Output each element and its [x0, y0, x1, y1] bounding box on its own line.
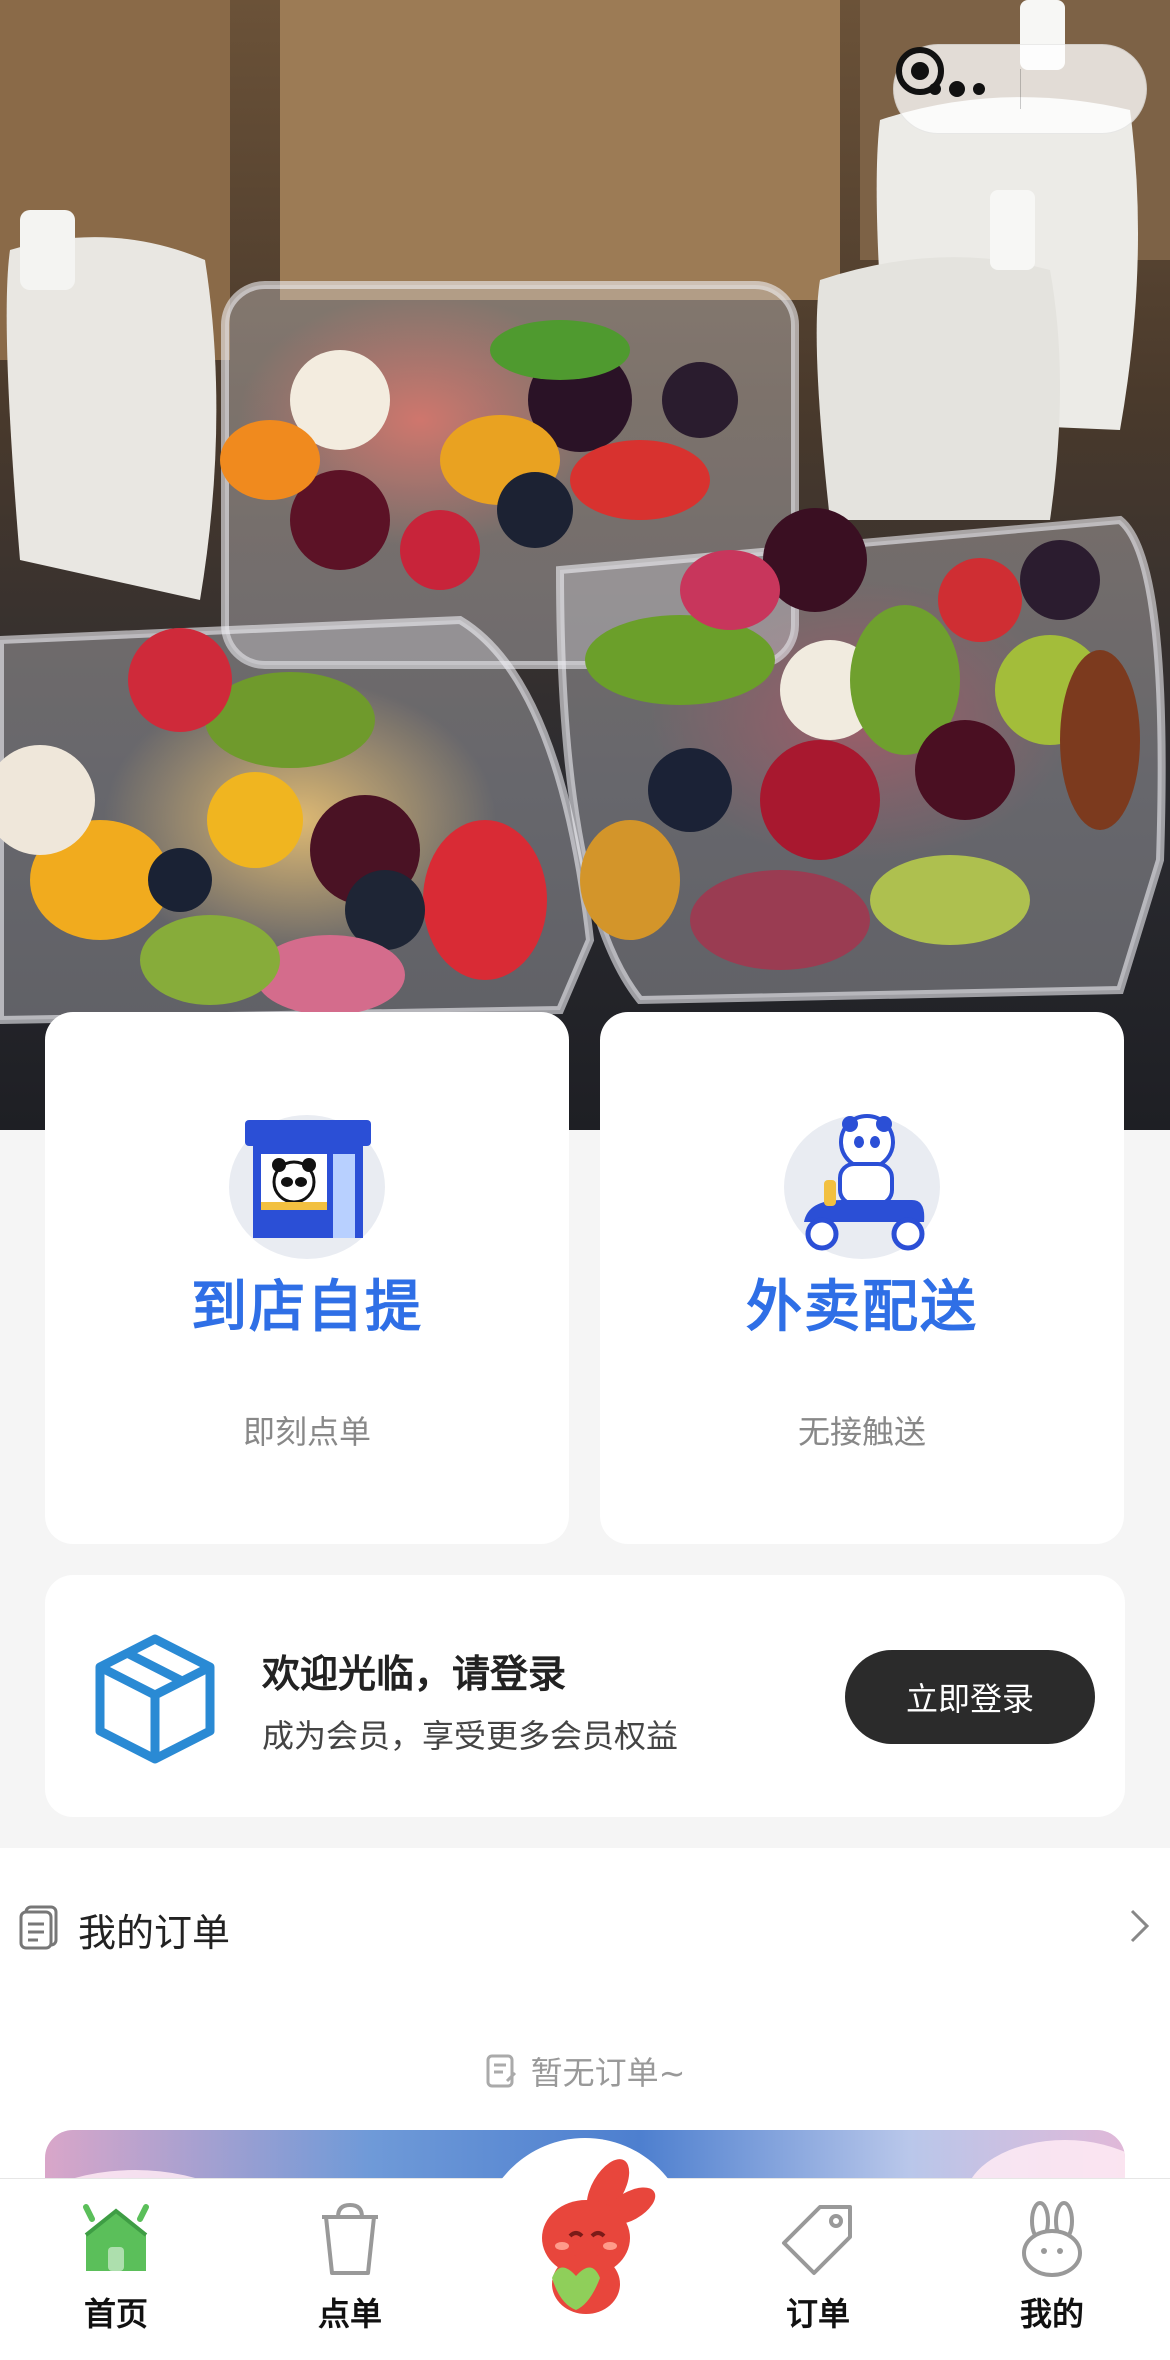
pickup-card[interactable]: 到店自提 即刻点单	[45, 1012, 569, 1544]
chevron-right-icon	[1127, 1906, 1153, 1946]
tab-home-label: 首页	[83, 2295, 148, 2333]
document-icon	[18, 1904, 60, 1950]
tab-mine-label: 我的	[1019, 2295, 1084, 2333]
mini-program-capsule	[893, 44, 1147, 134]
target-close-icon[interactable]	[896, 44, 1147, 134]
pickup-subtitle: 即刻点单	[242, 1413, 371, 1451]
tab-mine[interactable]: 我的	[952, 2179, 1152, 2360]
delivery-title: 外卖配送	[746, 1275, 978, 1340]
empty-orders-text: 暂无订单~	[530, 2054, 686, 2092]
tab-orders[interactable]: 订单	[718, 2179, 918, 2360]
tab-menu-label: 点单	[317, 2295, 382, 2333]
login-subtitle: 成为会员，享受更多会员权益	[262, 1717, 679, 1755]
empty-order-icon	[486, 2054, 516, 2088]
scooter-panda-icon	[712, 1102, 1012, 1272]
login-now-button[interactable]: 立即登录	[845, 1650, 1095, 1744]
fruit-bowls-photo	[0, 0, 1170, 1025]
tab-menu[interactable]: 点单	[250, 2179, 450, 2360]
tag-icon	[780, 2201, 856, 2277]
cup-icon	[312, 2201, 388, 2277]
empty-orders: 暂无订单~	[0, 2048, 1170, 2094]
center-order-button[interactable]	[480, 2138, 690, 2348]
delivery-subtitle: 无接触送	[797, 1413, 926, 1451]
member-login-card: 欢迎光临，请登录 成为会员，享受更多会员权益 立即登录	[45, 1575, 1125, 1817]
my-orders-title: 我的订单	[78, 1911, 231, 1955]
login-title: 欢迎光临，请登录	[262, 1652, 567, 1696]
box-icon	[85, 1627, 225, 1767]
my-orders-section: 我的订单 暂无订单~	[0, 1848, 1170, 2178]
delivery-card[interactable]: 外卖配送 无接触送	[600, 1012, 1124, 1544]
hero-banner-image	[0, 0, 1170, 1130]
tab-orders-label: 订单	[785, 2295, 850, 2333]
pickup-title: 到店自提	[191, 1275, 423, 1340]
red-rabbit-mascot-icon	[542, 2159, 656, 2314]
store-panda-icon	[157, 1102, 457, 1272]
home-icon	[78, 2201, 154, 2277]
tab-home[interactable]: 首页	[16, 2179, 216, 2360]
rabbit-icon	[1014, 2201, 1090, 2277]
